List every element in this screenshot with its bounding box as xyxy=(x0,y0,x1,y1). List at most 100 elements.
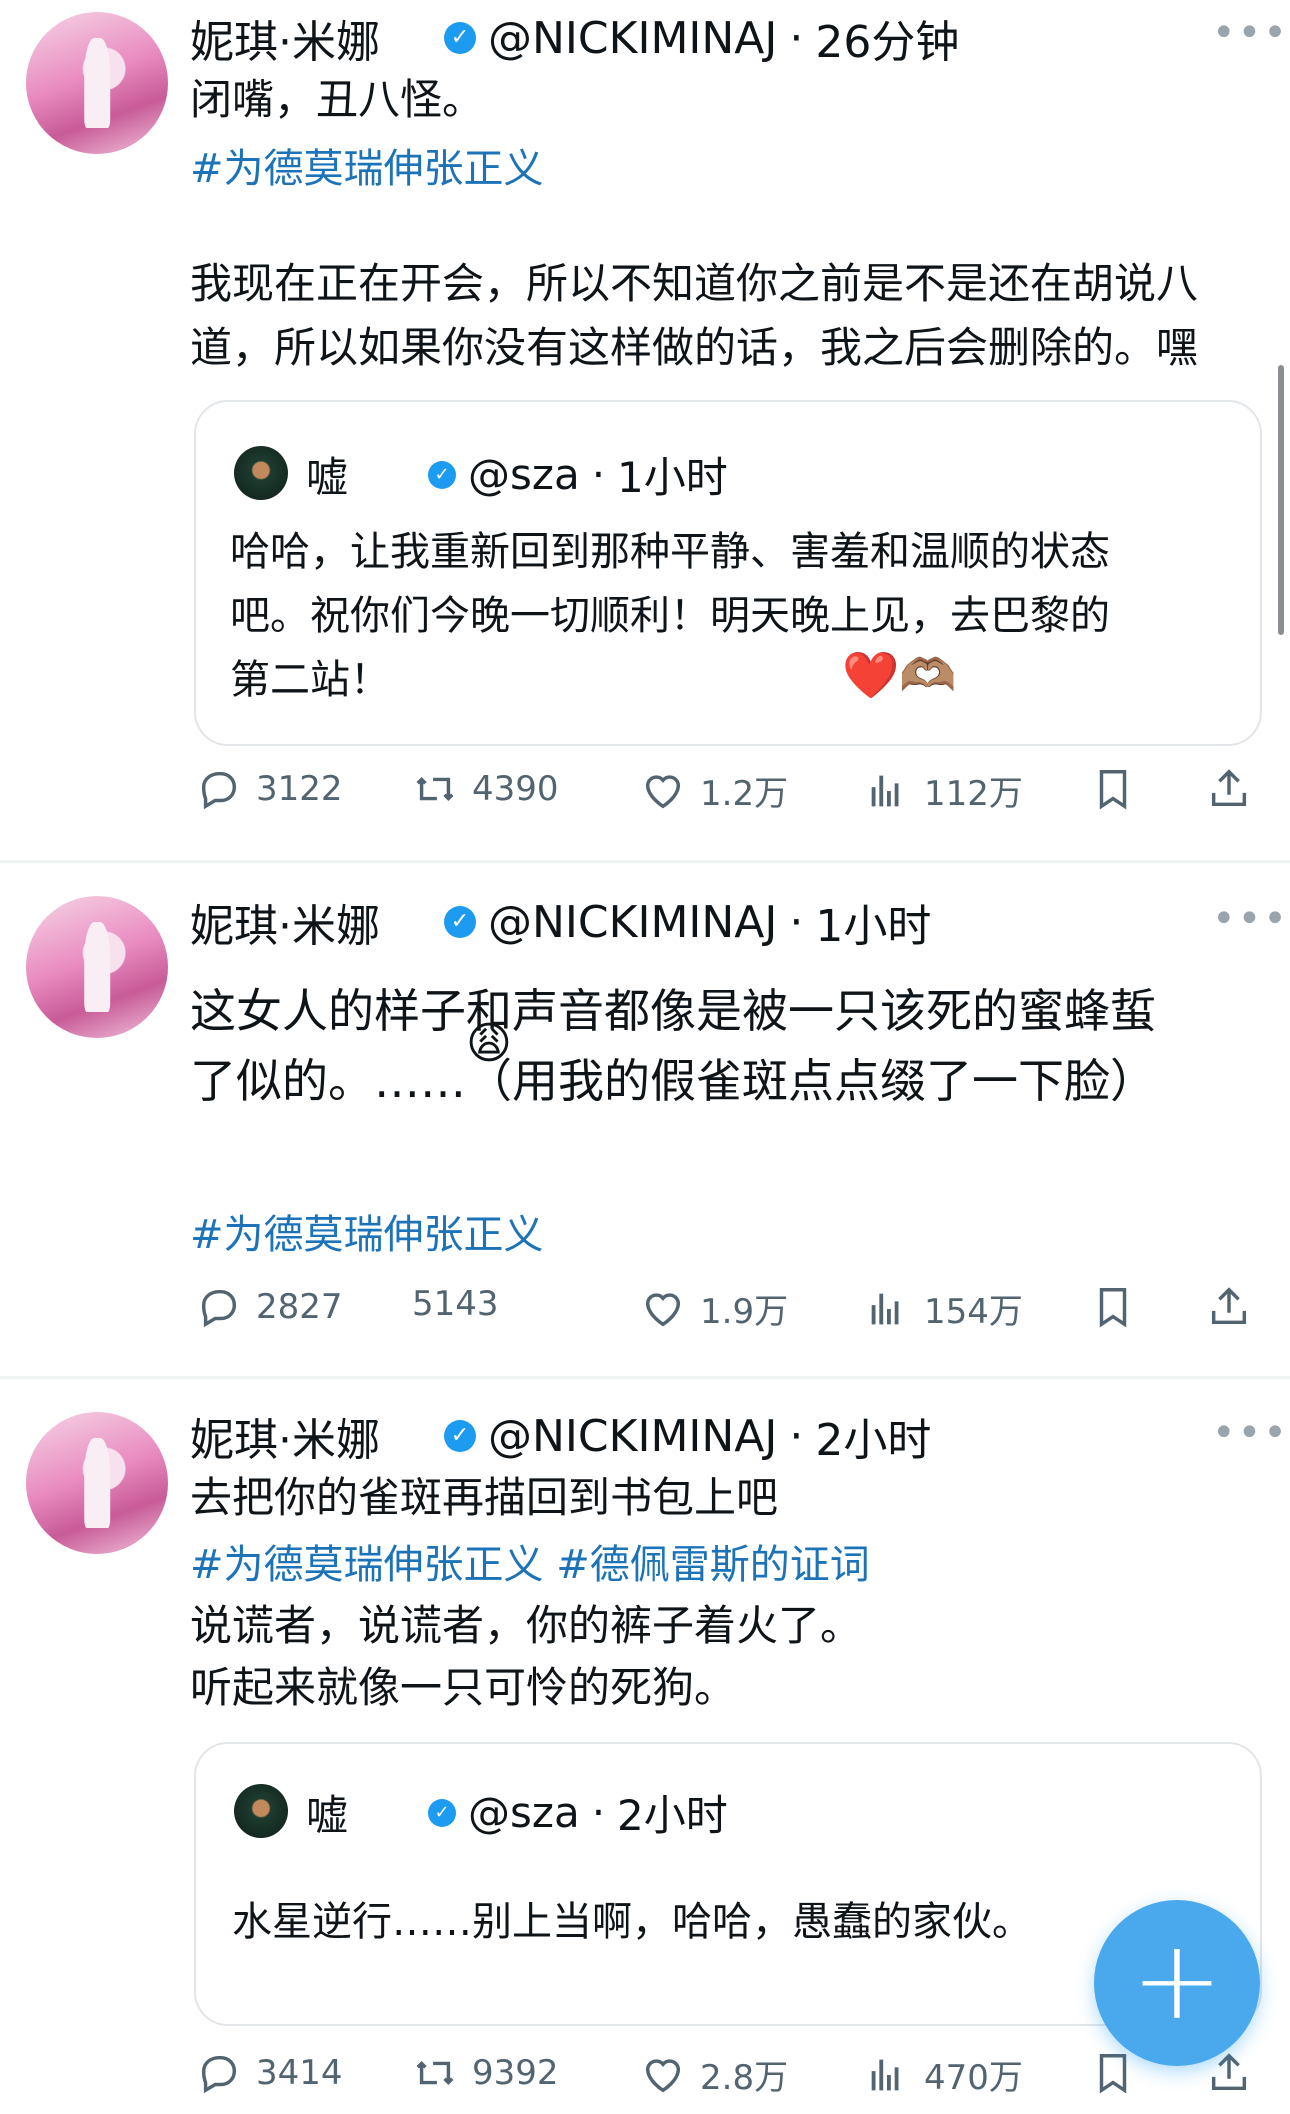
reply-count: 3122 xyxy=(256,769,343,809)
tweet-paragraph-line: 道，所以如果你没有这样做的话，我之后会删除的。嘿 xyxy=(190,323,1199,372)
bookmark-icon xyxy=(1099,1288,1127,1328)
separator-dot: · xyxy=(591,1788,606,1837)
quoted-text: 水星逆行……别上当啊，哈哈，愚蠢的家伙。 xyxy=(232,1899,1032,1945)
timestamp[interactable]: 1小时 xyxy=(815,890,931,954)
separator-dot: · xyxy=(789,896,804,948)
hashtag-links[interactable]: #为德莫瑞伸张正义 #德佩雷斯的证词 xyxy=(190,1532,870,1590)
quoted-author-name[interactable]: 嘘 xyxy=(306,1782,348,1843)
tweet-divider xyxy=(0,860,1290,863)
like-count: 2.8万 xyxy=(700,2058,789,2098)
hashtag-link[interactable]: #为德莫瑞伸张正义 xyxy=(190,1202,544,1260)
tweet-paragraph-line: 我现在正在开会，所以不知道你之前是不是还在胡说八 xyxy=(190,259,1199,308)
author-name[interactable]: 妮琪·米娜 xyxy=(190,1404,380,1468)
tweet-text-line: 说谎者，说谎者，你的裤子着火了。 xyxy=(190,1601,863,1650)
share-button[interactable] xyxy=(1206,766,1252,812)
reply-icon xyxy=(201,1289,237,1328)
separator-dot: · xyxy=(591,450,606,499)
bookmark-button[interactable] xyxy=(1090,1284,1136,1330)
views-button[interactable]: 112万 xyxy=(864,766,1023,815)
like-count: 1.9万 xyxy=(700,1292,789,1332)
like-button[interactable]: 1.9万 xyxy=(640,1284,788,1333)
quoted-tweet[interactable]: 嘘 ✓ @sza · 1小时 哈哈，让我重新回到那种平静、害羞和温顺的状态 吧。… xyxy=(194,400,1262,746)
more-options-icon[interactable]: ••• xyxy=(1212,1410,1289,1456)
bookmark-button[interactable] xyxy=(1090,766,1136,812)
views-icon xyxy=(871,1293,899,1324)
views-count: 154万 xyxy=(924,1292,1023,1332)
reply-button[interactable]: 2827 xyxy=(196,1284,343,1330)
retweet-icon xyxy=(416,776,454,802)
quoted-timestamp[interactable]: 1小时 xyxy=(617,444,728,505)
bookmark-icon xyxy=(1099,2054,1127,2094)
reply-button[interactable]: 3414 xyxy=(196,2050,343,2096)
retweet-count: 4390 xyxy=(472,769,559,809)
verified-badge-icon: ✓ xyxy=(444,906,476,938)
quoted-avatar[interactable] xyxy=(234,446,288,500)
tweet-divider xyxy=(0,1376,1290,1379)
share-icon xyxy=(1211,769,1247,807)
like-icon xyxy=(645,774,681,808)
quoted-author-handle[interactable]: @sza xyxy=(468,450,580,499)
tweet-text-line: 这女人的样子和声音都像是被一只该死的蜜蜂蜇 xyxy=(190,984,1156,1038)
views-icon xyxy=(871,775,899,806)
quoted-author-name[interactable]: 嘘 xyxy=(306,444,348,505)
weary-face-emoji: 😩 xyxy=(466,1018,512,1069)
views-count: 470万 xyxy=(924,2058,1023,2098)
share-button[interactable] xyxy=(1206,1284,1252,1330)
quoted-text-line: 哈哈，让我重新回到那种平静、害羞和温顺的状态 xyxy=(230,529,1110,575)
retweet-count: 9392 xyxy=(472,2053,559,2093)
avatar[interactable] xyxy=(26,896,168,1038)
retweet-button[interactable]: 9392 xyxy=(412,2050,559,2096)
retweet-icon xyxy=(416,2060,454,2086)
verified-badge-icon: ✓ xyxy=(444,1420,476,1452)
views-button[interactable]: 470万 xyxy=(864,2050,1023,2099)
views-icon xyxy=(871,2059,899,2090)
author-name[interactable]: 妮琪·米娜 xyxy=(190,6,380,70)
hashtag-link[interactable]: #为德莫瑞伸张正义 xyxy=(190,136,544,194)
like-icon xyxy=(645,2058,681,2092)
quoted-text-line: 第二站！ xyxy=(230,657,390,703)
tweet-text-line: 了似的。……（用我的假雀斑点点缀了一下脸） xyxy=(190,1054,1156,1108)
tweet-text-line: 听起来就像一只可怜的死狗。 xyxy=(190,1663,737,1712)
more-options-icon[interactable]: ••• xyxy=(1212,896,1289,942)
views-count: 112万 xyxy=(924,774,1023,814)
timestamp[interactable]: 2小时 xyxy=(815,1404,931,1468)
verified-badge-icon: ✓ xyxy=(428,460,457,489)
like-button[interactable]: 1.2万 xyxy=(640,766,788,815)
reply-count: 3414 xyxy=(256,2053,343,2093)
scrollbar[interactable] xyxy=(1278,365,1284,635)
retweet-button[interactable]: 5143 xyxy=(412,1284,499,1324)
quoted-author-handle[interactable]: @sza xyxy=(468,1788,580,1837)
like-count: 1.2万 xyxy=(700,774,789,814)
quoted-avatar[interactable] xyxy=(234,1784,288,1838)
retweet-button[interactable]: 4390 xyxy=(412,766,559,812)
author-handle[interactable]: @NICKIMINAJ xyxy=(488,1411,777,1462)
author-handle[interactable]: @NICKIMINAJ xyxy=(488,13,777,64)
quoted-text-line: 吧。祝你们今晚一切顺利！明天晚上见，去巴黎的 xyxy=(230,593,1110,639)
bookmark-button[interactable] xyxy=(1090,2050,1136,2096)
tweet-text: 闭嘴，丑八怪。 xyxy=(190,75,485,124)
bookmark-icon xyxy=(1099,770,1127,810)
reply-icon xyxy=(201,2055,237,2094)
reply-button[interactable]: 3122 xyxy=(196,766,343,812)
share-icon xyxy=(1211,1287,1247,1325)
reply-count: 2827 xyxy=(256,1287,343,1327)
like-button[interactable]: 2.8万 xyxy=(640,2050,788,2099)
like-icon xyxy=(645,1292,681,1326)
tweet-text: 去把你的雀斑再描回到书包上吧 xyxy=(190,1473,779,1522)
verified-badge-icon: ✓ xyxy=(444,22,476,54)
heart-hands-emoji: ❤️🫶🏽 xyxy=(842,648,957,702)
quoted-timestamp[interactable]: 2小时 xyxy=(617,1782,728,1843)
separator-dot: · xyxy=(789,1410,804,1462)
author-handle[interactable]: @NICKIMINAJ xyxy=(488,897,777,948)
separator-dot: · xyxy=(789,12,804,64)
author-name[interactable]: 妮琪·米娜 xyxy=(190,890,380,954)
more-options-icon[interactable]: ••• xyxy=(1212,10,1289,56)
compose-button[interactable]: + xyxy=(1094,1900,1260,2066)
avatar[interactable] xyxy=(26,1412,168,1554)
reply-icon xyxy=(201,771,237,810)
verified-badge-icon: ✓ xyxy=(428,1798,457,1827)
retweet-count: 5143 xyxy=(412,1284,499,1324)
timestamp[interactable]: 26分钟 xyxy=(815,6,959,70)
avatar[interactable] xyxy=(26,12,168,154)
views-button[interactable]: 154万 xyxy=(864,1284,1023,1333)
